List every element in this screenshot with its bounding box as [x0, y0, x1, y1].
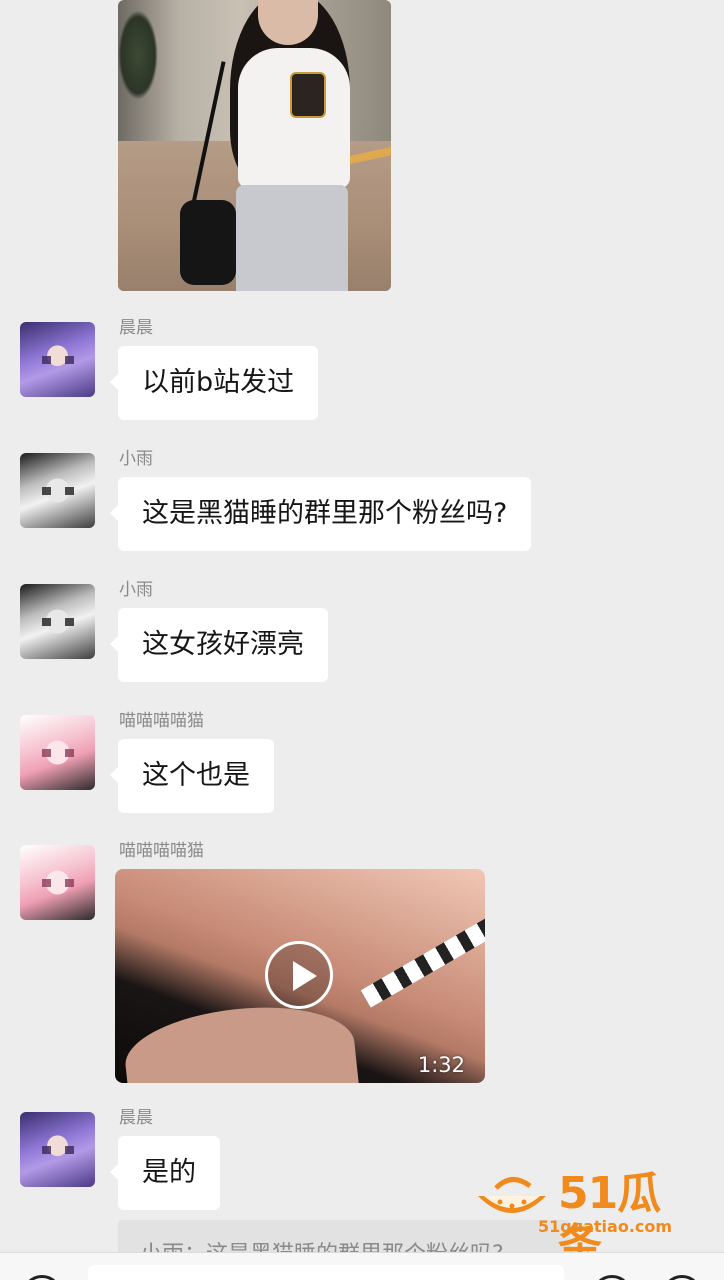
sender-name: 晨晨: [119, 1108, 153, 1128]
sender-name: 喵喵喵喵猫: [119, 711, 204, 731]
watermark-url: 51guatiao.com: [538, 1217, 673, 1236]
avatar[interactable]: [20, 715, 95, 790]
avatar[interactable]: [20, 584, 95, 659]
avatar[interactable]: [20, 845, 95, 920]
message-input[interactable]: [88, 1265, 564, 1280]
video-message[interactable]: 1:32: [115, 869, 485, 1083]
play-icon[interactable]: [265, 941, 333, 1009]
message-bubble[interactable]: 这个也是: [110, 739, 274, 813]
photo-content: [118, 10, 158, 100]
sender-name: 小雨: [119, 449, 153, 469]
message-bubble[interactable]: 这女孩好漂亮: [110, 608, 328, 682]
input-bar: [0, 1252, 724, 1280]
plus-icon[interactable]: [662, 1275, 702, 1280]
emoji-icon[interactable]: [592, 1275, 632, 1280]
sender-name: 小雨: [119, 580, 153, 600]
chat-area: 晨晨 以前b站发过 小雨 这是黑猫睡的群里那个粉丝吗? 小雨 这女孩好漂亮 喵喵…: [0, 0, 724, 1280]
video-duration: 1:32: [417, 1053, 465, 1077]
message-bubble[interactable]: 这是黑猫睡的群里那个粉丝吗?: [109, 477, 532, 551]
avatar[interactable]: [20, 322, 95, 397]
photo-message[interactable]: [118, 0, 391, 291]
sender-name: 喵喵喵喵猫: [119, 841, 204, 861]
avatar[interactable]: [20, 1112, 95, 1187]
voice-icon[interactable]: [22, 1275, 62, 1280]
watermark: 51瓜条 51guatiao.com: [474, 1168, 702, 1271]
sender-name: 晨晨: [119, 318, 153, 338]
avatar[interactable]: [20, 453, 95, 528]
message-bubble[interactable]: 以前b站发过: [109, 346, 319, 420]
message-bubble[interactable]: 是的: [110, 1136, 220, 1210]
